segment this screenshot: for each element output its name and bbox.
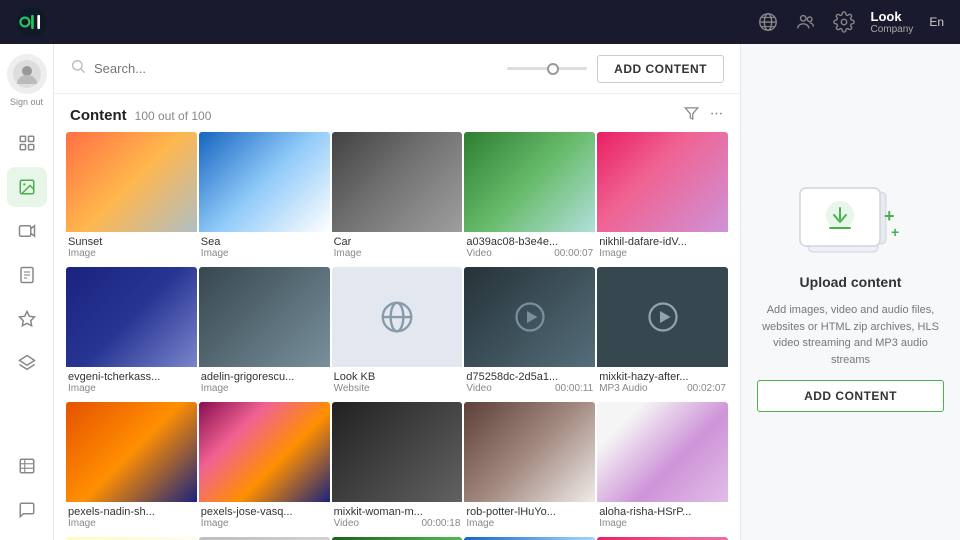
upload-title: Upload content xyxy=(800,274,902,290)
sidebar-item-video[interactable] xyxy=(7,211,47,251)
grid-item-4[interactable]: nikhil-dafare-idV... Image xyxy=(597,132,728,265)
grid-item-11[interactable]: pexels-jose-vasq... Image xyxy=(199,402,330,535)
grid-item-type: Video 00:00:11 xyxy=(466,383,593,394)
grid-item-type: Image xyxy=(599,518,726,529)
grid-item-12[interactable]: mixkit-woman-m... Video 00:00:18 xyxy=(332,402,463,535)
sidebar-sign-out-area: Sign out xyxy=(7,54,47,107)
size-slider[interactable] xyxy=(507,67,587,70)
grid-item-name: rob-potter-lHuYo... xyxy=(466,506,593,518)
grid-item-name: adelin-grigorescu... xyxy=(201,371,328,383)
grid-item-name: Sea xyxy=(201,236,328,248)
sidebar-item-dashboard[interactable] xyxy=(7,123,47,163)
grid-item-name: pexels-nadin-sh... xyxy=(68,506,195,518)
content-actions xyxy=(684,106,724,124)
grid-item-7[interactable]: Look KB Website xyxy=(332,267,463,400)
users-nav-icon[interactable] xyxy=(795,11,817,33)
grid-item-type: Image xyxy=(201,518,328,529)
slider-thumb[interactable] xyxy=(547,63,559,75)
svg-text:+: + xyxy=(884,206,895,226)
grid-item-name: evgeni-tcherkass... xyxy=(68,371,195,383)
upload-illustration: + + xyxy=(786,172,916,262)
sidebar: Sign out xyxy=(0,44,54,540)
grid-item-type: Image xyxy=(68,518,195,529)
grid-item-type: Video 00:00:07 xyxy=(466,248,593,259)
grid-item-type: Website xyxy=(334,383,461,394)
user-info[interactable]: Look Company xyxy=(871,9,914,35)
sidebar-item-images[interactable] xyxy=(7,167,47,207)
sidebar-item-documents[interactable] xyxy=(7,255,47,295)
content-area: ADD CONTENT Content 100 out of 100 xyxy=(54,44,960,540)
logo[interactable] xyxy=(16,6,48,38)
content-header: Content 100 out of 100 xyxy=(54,94,740,132)
globe-nav-icon[interactable] xyxy=(757,11,779,33)
grid-item-0[interactable]: Sunset Image xyxy=(66,132,197,265)
slider-track[interactable] xyxy=(507,67,587,70)
grid-item-1[interactable]: Sea Image xyxy=(199,132,330,265)
user-company: Company xyxy=(871,24,914,35)
grid-item-2[interactable]: Car Image xyxy=(332,132,463,265)
search-input[interactable] xyxy=(94,61,497,76)
grid-item-6[interactable]: adelin-grigorescu... Image xyxy=(199,267,330,400)
content-count: 100 out of 100 xyxy=(135,109,212,123)
add-content-button-top[interactable]: ADD CONTENT xyxy=(597,55,724,83)
add-content-button-side[interactable]: ADD CONTENT xyxy=(757,380,944,412)
grid-item-name: pexels-jose-vasq... xyxy=(201,506,328,518)
grid-item-name: aloha-risha-HSrP... xyxy=(599,506,726,518)
top-navigation: Look Company En xyxy=(0,0,960,44)
upload-description: Add images, video and audio files, websi… xyxy=(757,302,944,368)
grid-item-name: mixkit-hazy-after... xyxy=(599,371,726,383)
grid-item-5[interactable]: evgeni-tcherkass... Image xyxy=(66,267,197,400)
grid-item-3[interactable]: a039ac08-b3e4e... Video 00:00:07 xyxy=(464,132,595,265)
sidebar-avatar[interactable] xyxy=(7,54,47,94)
grid-item-type: Image xyxy=(201,383,328,394)
search-bar: ADD CONTENT xyxy=(54,44,740,94)
main-layout: Sign out xyxy=(0,44,960,540)
content-title: Content xyxy=(70,107,127,124)
logo-icon xyxy=(16,6,48,38)
search-icon xyxy=(70,58,86,79)
grid-item-type: MP3 Audio 00:02:07 xyxy=(599,383,726,394)
sidebar-item-table[interactable] xyxy=(7,446,47,486)
grid-item-type: Image xyxy=(68,383,195,394)
grid-item-9[interactable]: mixkit-hazy-after... MP3 Audio 00:02:07 xyxy=(597,267,728,400)
grid-item-name: mixkit-woman-m... xyxy=(334,506,461,518)
grid-item-name: Look KB xyxy=(334,371,461,383)
grid-item-10[interactable]: pexels-nadin-sh... Image xyxy=(66,402,197,535)
grid-item-8[interactable]: d75258dc-2d5a1... Video 00:00:11 xyxy=(464,267,595,400)
sidebar-item-favorites[interactable] xyxy=(7,299,47,339)
content-grid: Sunset Image Sea Image Car Image xyxy=(54,132,740,540)
language-selector[interactable]: En xyxy=(929,15,944,29)
grid-item-name: Sunset xyxy=(68,236,195,248)
grid-item-name: nikhil-dafare-idV... xyxy=(599,236,726,248)
more-options-icon[interactable] xyxy=(709,106,724,124)
grid-item-type: Image xyxy=(334,248,461,259)
filter-icon[interactable] xyxy=(684,106,699,124)
sidebar-item-layers[interactable] xyxy=(7,343,47,383)
grid-item-type: Image xyxy=(466,518,593,529)
settings-nav-icon[interactable] xyxy=(833,11,855,33)
grid-item-type: Video 00:00:18 xyxy=(334,518,461,529)
user-name: Look xyxy=(871,9,914,24)
grid-item-14[interactable]: aloha-risha-HSrP... Image xyxy=(597,402,728,535)
grid-item-name: a039ac08-b3e4e... xyxy=(466,236,593,248)
grid-item-type: Image xyxy=(599,248,726,259)
grid-item-name: d75258dc-2d5a1... xyxy=(466,371,593,383)
grid-item-name: Car xyxy=(334,236,461,248)
grid-item-13[interactable]: rob-potter-lHuYo... Image xyxy=(464,402,595,535)
grid-item-type: Image xyxy=(201,248,328,259)
search-input-wrap xyxy=(70,58,497,79)
sidebar-item-chat[interactable] xyxy=(7,490,47,530)
main-panel: ADD CONTENT Content 100 out of 100 xyxy=(54,44,740,540)
content-title-wrap: Content 100 out of 100 xyxy=(70,107,211,124)
svg-text:+: + xyxy=(891,224,899,240)
sidebar-signout-label: Sign out xyxy=(10,97,43,107)
grid-item-type: Image xyxy=(68,248,195,259)
topnav-right: Look Company En xyxy=(757,9,945,35)
right-panel: + + Upload content Add images, video and… xyxy=(740,44,960,540)
